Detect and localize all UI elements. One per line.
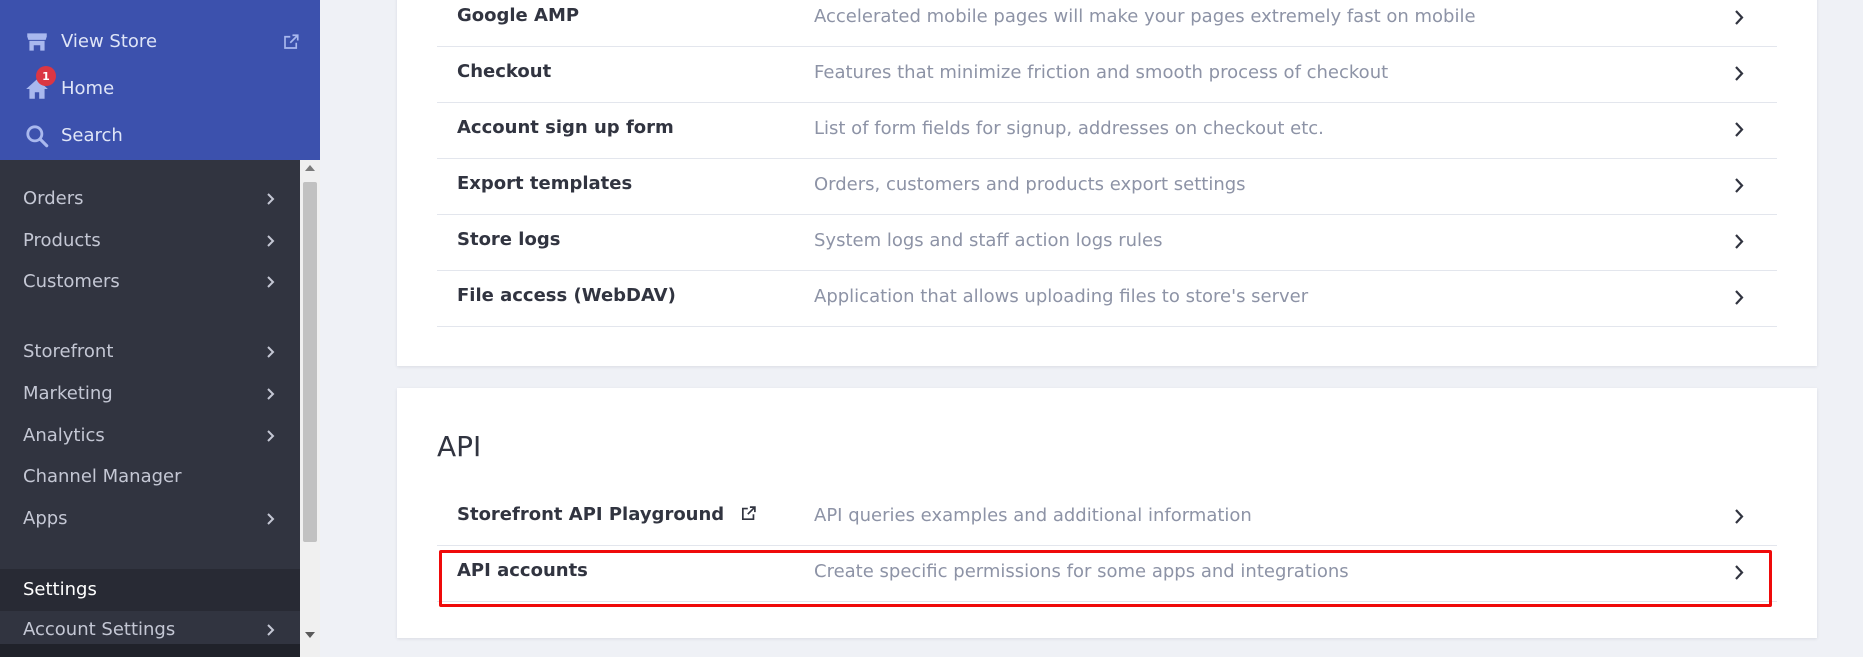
settings-row-checkout[interactable]: Checkout Features that minimize friction… — [437, 46, 1777, 103]
section-title-api: API — [437, 430, 482, 463]
row-title: Storefront API Playground — [457, 504, 757, 525]
row-title: Checkout — [457, 61, 552, 82]
scroll-up-arrow-icon[interactable] — [305, 165, 315, 171]
scrollbar-corner — [300, 644, 320, 657]
nav-item-customers[interactable]: Customers — [0, 263, 300, 301]
row-title: File access (WebDAV) — [457, 285, 676, 306]
chevron-right-icon — [267, 193, 275, 205]
external-link-icon[interactable] — [282, 33, 300, 51]
chevron-right-icon — [1735, 178, 1744, 193]
nav-label: Products — [23, 230, 101, 251]
nav-item-channel-manager[interactable]: Channel Manager — [0, 458, 300, 496]
chevron-right-icon — [1735, 122, 1744, 137]
chevron-right-icon — [1735, 290, 1744, 305]
nav-item-orders[interactable]: Orders — [0, 180, 300, 218]
nav-item-analytics[interactable]: Analytics — [0, 417, 300, 455]
settings-row-file-access[interactable]: File access (WebDAV) Application that al… — [437, 270, 1777, 327]
home-label: Home — [61, 78, 115, 99]
sidebar: View Store 1 Home Search Orders Products — [0, 0, 320, 657]
settings-row-google-amp[interactable]: Google AMP Accelerated mobile pages will… — [437, 0, 1777, 47]
chevron-right-icon — [1735, 66, 1744, 81]
row-title: Account sign up form — [457, 117, 674, 138]
row-title: Google AMP — [457, 5, 580, 26]
chevron-right-icon — [267, 624, 275, 636]
home-link[interactable]: 1 Home — [0, 66, 320, 110]
view-store-label: View Store — [61, 31, 158, 52]
chevron-right-icon — [1735, 10, 1744, 25]
nav-item-marketing[interactable]: Marketing — [0, 375, 300, 413]
nav-label: Channel Manager — [23, 466, 182, 487]
nav-label: Orders — [23, 188, 84, 209]
chevron-right-icon — [1735, 234, 1744, 249]
settings-row-account-signup-form[interactable]: Account sign up form List of form fields… — [437, 102, 1777, 159]
nav-item-products[interactable]: Products — [0, 222, 300, 260]
nav-label: Apps — [23, 508, 68, 529]
chevron-right-icon — [267, 513, 275, 525]
view-store-link[interactable]: View Store — [0, 21, 320, 63]
scrollbar-thumb[interactable] — [303, 182, 317, 542]
nav-label: Account Settings — [23, 619, 176, 640]
row-description: Application that allows uploading files … — [814, 286, 1309, 307]
nav-label: Analytics — [23, 425, 105, 446]
nav-label: Marketing — [23, 383, 113, 404]
settings-row-store-logs[interactable]: Store logs System logs and staff action … — [437, 214, 1777, 271]
nav-item-apps[interactable]: Apps — [0, 500, 300, 538]
nav-label: Storefront — [23, 341, 114, 362]
row-title-text: Storefront API Playground — [457, 504, 725, 525]
settings-row-export-templates[interactable]: Export templates Orders, customers and p… — [437, 158, 1777, 215]
sidebar-bottom-bar — [0, 644, 300, 657]
nav-label: Customers — [23, 271, 120, 292]
chevron-right-icon — [267, 388, 275, 400]
api-row-storefront-playground[interactable]: Storefront API Playground API queries ex… — [437, 489, 1777, 546]
chevron-right-icon — [1735, 509, 1744, 524]
search-link[interactable]: Search — [0, 115, 320, 157]
row-title: API accounts — [457, 560, 588, 581]
row-description: List of form fields for signup, addresse… — [814, 118, 1324, 139]
nav-item-storefront[interactable]: Storefront — [0, 333, 300, 371]
api-card: API Storefront API Playground API querie… — [397, 388, 1817, 638]
external-link-icon — [742, 506, 757, 521]
row-description: Features that minimize friction and smoo… — [814, 62, 1389, 83]
chevron-right-icon — [267, 276, 275, 288]
nav-item-settings[interactable]: Settings — [0, 569, 300, 611]
row-description: Accelerated mobile pages will make your … — [814, 6, 1476, 27]
row-description: System logs and staff action logs rules — [814, 230, 1163, 251]
search-icon — [26, 125, 49, 148]
api-row-api-accounts[interactable]: API accounts Create specific permissions… — [437, 545, 1777, 602]
row-description: Create specific permissions for some app… — [814, 561, 1349, 582]
chevron-right-icon — [1735, 565, 1744, 580]
row-description: API queries examples and additional info… — [814, 505, 1252, 526]
sidebar-top-links: View Store 1 Home Search — [0, 0, 320, 160]
row-description: Orders, customers and products export se… — [814, 174, 1246, 195]
search-label: Search — [61, 125, 123, 146]
scroll-down-arrow-icon[interactable] — [305, 632, 315, 638]
row-title: Store logs — [457, 229, 561, 250]
nav-label: Settings — [23, 579, 97, 600]
store-icon — [27, 33, 47, 51]
chevron-right-icon — [267, 235, 275, 247]
notification-badge: 1 — [36, 66, 56, 86]
settings-card: Google AMP Accelerated mobile pages will… — [397, 0, 1817, 366]
row-title: Export templates — [457, 173, 633, 194]
chevron-right-icon — [267, 430, 275, 442]
chevron-right-icon — [267, 346, 275, 358]
